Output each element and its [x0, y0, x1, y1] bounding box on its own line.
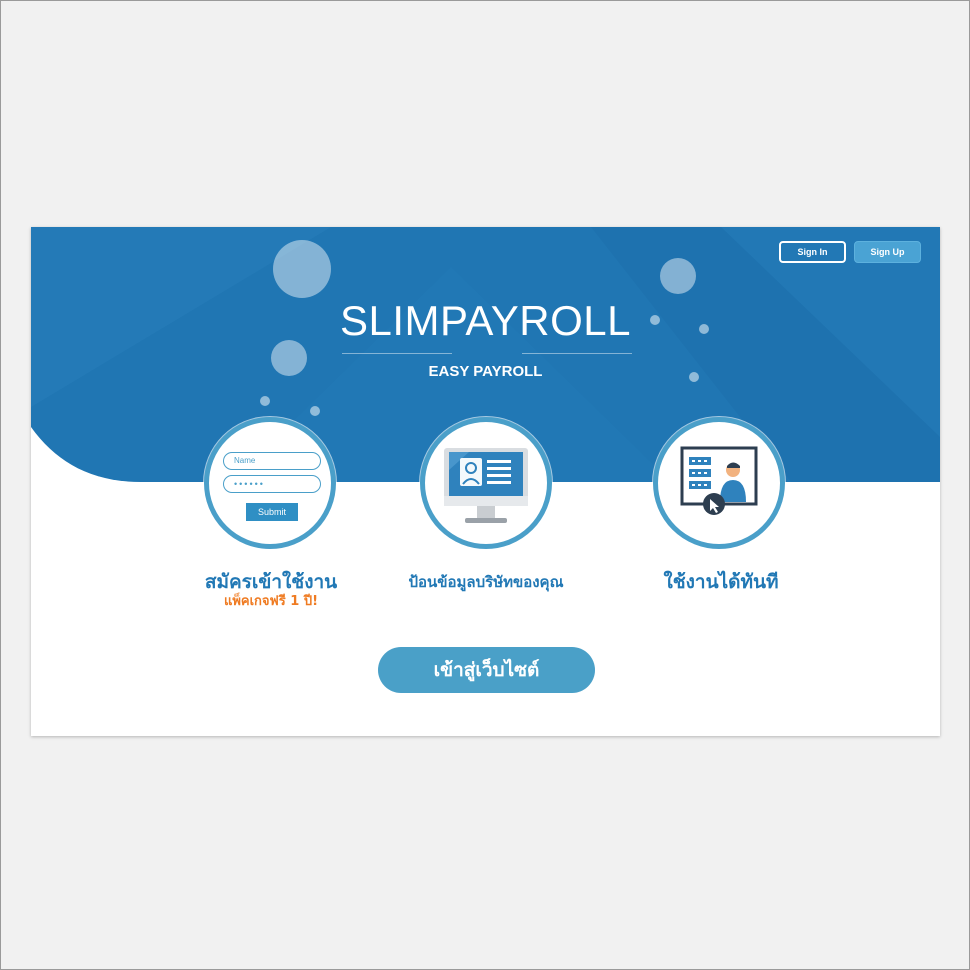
presentation-user-icon [680, 446, 758, 515]
brand-tagline: EASY PAYROLL [428, 363, 543, 380]
step-use-now-illustration [653, 417, 785, 549]
divider [522, 353, 632, 354]
bubble-decoration [660, 258, 696, 294]
step-signup-illustration: Name •••••• Submit [204, 417, 336, 549]
bubble-decoration [273, 240, 331, 298]
step-label-company-info: ป้อนข้อมูลบริษัทของคุณ [408, 573, 564, 591]
bubble-decoration [260, 396, 270, 406]
name-field-illustration: Name [223, 452, 321, 470]
divider [342, 353, 452, 354]
sign-in-button[interactable]: Sign In [779, 241, 846, 263]
password-field-illustration: •••••• [223, 475, 321, 493]
sign-up-button[interactable]: Sign Up [854, 241, 921, 263]
brand-title: SLIMPAYROLL [339, 297, 632, 344]
step-company-info-illustration [420, 417, 552, 549]
landing-page: Sign In Sign Up SLIMPAYROLL EASY PAYROLL… [31, 227, 940, 736]
free-package-promo: แพ็คเกจฟรี 1 ปี! [223, 594, 319, 609]
bubble-decoration [310, 406, 320, 416]
step-label-use-now: ใช้งานได้ทันที [663, 571, 779, 593]
monitor-profile-icon [444, 448, 528, 523]
enter-website-button[interactable]: เข้าสู่เว็บไซต์ [378, 647, 595, 693]
submit-button-illustration: Submit [246, 503, 298, 521]
